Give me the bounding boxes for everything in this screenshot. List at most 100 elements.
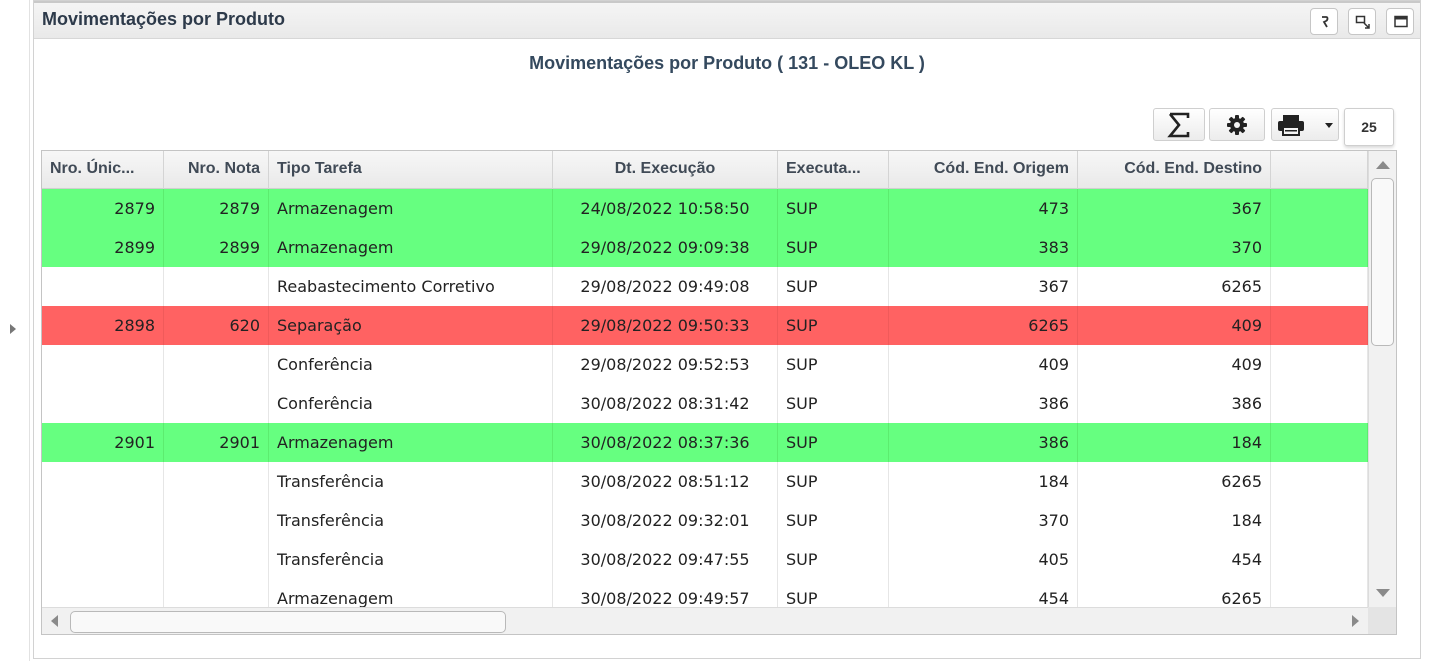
- restore-button[interactable]: [1348, 8, 1376, 35]
- table-cell: 367: [889, 267, 1078, 306]
- caret-down-icon: [1325, 123, 1333, 128]
- undo-icon: [1322, 16, 1329, 28]
- print-button[interactable]: [1271, 108, 1339, 141]
- column-header[interactable]: Cód. End. Destino: [1078, 151, 1271, 189]
- table-cell-filler: [1271, 462, 1368, 501]
- table-cell: 473: [889, 189, 1078, 228]
- table-cell: 184: [889, 462, 1078, 501]
- table-cell: Armazenagem: [269, 189, 553, 228]
- table-row[interactable]: Reabastecimento Corretivo 29/08/2022 09:4…: [42, 267, 1368, 306]
- sum-button[interactable]: [1153, 108, 1205, 141]
- table-cell: 386: [889, 423, 1078, 462]
- data-grid: Nro. Únic... Nro. Nota Tipo Tarefa Dt. Exec…: [41, 150, 1397, 635]
- horizontal-scrollbar[interactable]: [42, 607, 1368, 634]
- table-cell: 409: [889, 345, 1078, 384]
- table-cell: SUP: [778, 384, 889, 423]
- scrollbar-corner: [1368, 607, 1396, 634]
- table-cell: 6265: [1078, 267, 1271, 306]
- table-cell: Transferência: [269, 462, 553, 501]
- table-cell: [164, 267, 269, 306]
- table-row[interactable]: Transferência 30/08/2022 08:51:12 SUP 184 62…: [42, 462, 1368, 501]
- table-cell: 405: [889, 540, 1078, 579]
- horizontal-scroll-thumb[interactable]: [70, 611, 506, 633]
- table-cell: [164, 579, 269, 607]
- table-cell: 2879: [42, 189, 164, 228]
- table-row[interactable]: 2879 2879 Armazenagem 24/08/2022 10:58:50 SU…: [42, 189, 1368, 228]
- table-row[interactable]: Transferência 30/08/2022 09:47:55 SUP 405 45…: [42, 540, 1368, 579]
- table-cell: SUP: [778, 579, 889, 607]
- table-row[interactable]: 2898 620 Separação 29/08/2022 09:50:33 SUP 62…: [42, 306, 1368, 345]
- scroll-up-arrow-icon[interactable]: [1376, 161, 1390, 169]
- table-cell: 30/08/2022 09:47:55: [553, 540, 778, 579]
- table-cell: 184: [1078, 501, 1271, 540]
- table-cell: 409: [1078, 345, 1271, 384]
- table-cell: 2879: [164, 189, 269, 228]
- column-header[interactable]: [1271, 151, 1368, 189]
- table-row[interactable]: Armazenagem 30/08/2022 09:49:57 SUP 454 6265: [42, 579, 1368, 607]
- page-size-selector[interactable]: 25: [1344, 108, 1394, 146]
- table-cell: [164, 462, 269, 501]
- table-cell: Transferência: [269, 540, 553, 579]
- table-cell-filler: [1271, 423, 1368, 462]
- table-cell-filler: [1271, 345, 1368, 384]
- report-panel: Movimentações por Produto Movimentações …: [33, 0, 1421, 659]
- scroll-down-arrow-icon[interactable]: [1376, 589, 1390, 597]
- table-cell: Transferência: [269, 501, 553, 540]
- grid-body: 2879 2879 Armazenagem 24/08/2022 10:58:50 SU…: [42, 189, 1368, 607]
- table-cell: Armazenagem: [269, 579, 553, 607]
- table-row[interactable]: Transferência 30/08/2022 09:32:01 SUP 370 18…: [42, 501, 1368, 540]
- table-row[interactable]: Conferência 30/08/2022 08:31:42 SUP 386 386: [42, 384, 1368, 423]
- table-cell: SUP: [778, 228, 889, 267]
- table-cell: 29/08/2022 09:50:33: [553, 306, 778, 345]
- table-cell: 386: [1078, 384, 1271, 423]
- maximize-button[interactable]: [1386, 8, 1414, 35]
- table-cell: SUP: [778, 540, 889, 579]
- table-cell: SUP: [778, 345, 889, 384]
- column-header[interactable]: Nro. Únic...: [42, 151, 164, 189]
- table-cell-filler: [1271, 579, 1368, 607]
- report-title: Movimentações por Produto ( 131 - OLEO K…: [529, 53, 925, 73]
- table-row[interactable]: Conferência 29/08/2022 09:52:53 SUP 409 409: [42, 345, 1368, 384]
- table-cell: 30/08/2022 08:51:12: [553, 462, 778, 501]
- left-collapse-gutter[interactable]: [0, 0, 30, 661]
- table-cell: [42, 540, 164, 579]
- scroll-left-arrow-icon[interactable]: [51, 615, 58, 627]
- settings-button[interactable]: [1209, 108, 1265, 141]
- column-header[interactable]: Dt. Execução: [553, 151, 778, 189]
- expand-arrow-icon[interactable]: [10, 324, 16, 334]
- table-row[interactable]: 2899 2899 Armazenagem 29/08/2022 09:09:38 SU…: [42, 228, 1368, 267]
- table-cell: 367: [1078, 189, 1271, 228]
- table-cell: [164, 384, 269, 423]
- scroll-right-arrow-icon[interactable]: [1352, 615, 1359, 627]
- table-cell: SUP: [778, 306, 889, 345]
- restore-icon: [1355, 15, 1370, 29]
- undo-button[interactable]: [1310, 8, 1338, 35]
- column-header[interactable]: Tipo Tarefa: [269, 151, 553, 189]
- table-cell: [164, 501, 269, 540]
- table-cell: 29/08/2022 09:49:08: [553, 267, 778, 306]
- table-cell: 6265: [889, 306, 1078, 345]
- table-cell: 24/08/2022 10:58:50: [553, 189, 778, 228]
- table-cell: 409: [1078, 306, 1271, 345]
- grid-header: Nro. Únic... Nro. Nota Tipo Tarefa Dt. Exec…: [42, 151, 1368, 189]
- table-cell: 30/08/2022 09:49:57: [553, 579, 778, 607]
- sigma-icon: [1167, 112, 1190, 138]
- table-cell: [42, 501, 164, 540]
- table-cell: 2901: [42, 423, 164, 462]
- column-header[interactable]: Nro. Nota: [164, 151, 269, 189]
- column-header[interactable]: Cód. End. Origem: [889, 151, 1078, 189]
- table-cell: Conferência: [269, 345, 553, 384]
- column-header[interactable]: Executa...: [778, 151, 889, 189]
- table-cell: 454: [889, 579, 1078, 607]
- table-row[interactable]: 2901 2901 Armazenagem 30/08/2022 08:37:36 SU…: [42, 423, 1368, 462]
- panel-title: Movimentações por Produto: [42, 9, 286, 29]
- table-cell-filler: [1271, 540, 1368, 579]
- table-cell: 386: [889, 384, 1078, 423]
- gear-icon: [1227, 115, 1247, 135]
- table-cell: [164, 345, 269, 384]
- vertical-scroll-thumb[interactable]: [1371, 178, 1394, 346]
- maximize-icon: [1394, 15, 1408, 28]
- vertical-scrollbar[interactable]: [1368, 151, 1396, 607]
- printer-icon: [1278, 115, 1304, 136]
- table-cell: SUP: [778, 462, 889, 501]
